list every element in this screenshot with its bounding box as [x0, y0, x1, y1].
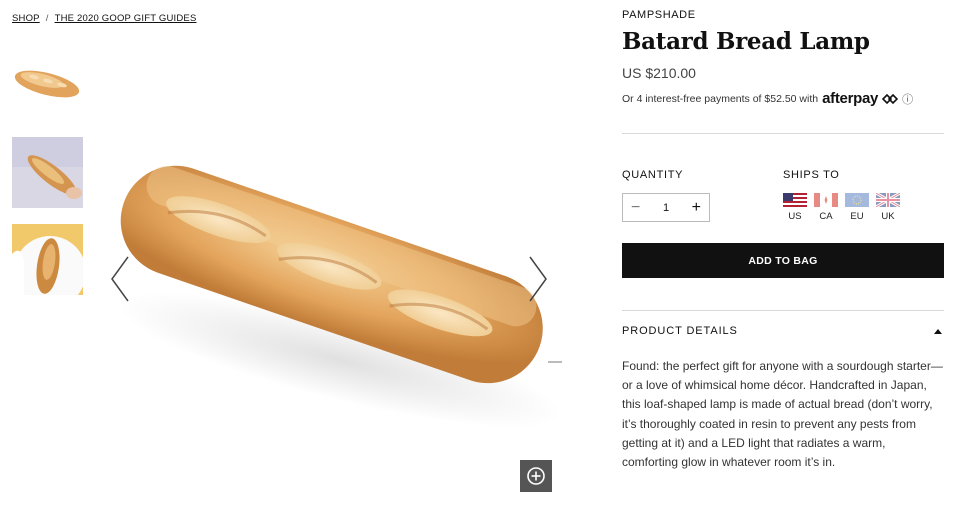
ca-flag-icon [814, 193, 838, 207]
afterpay-line: Or 4 interest-free payments of $52.50 wi… [622, 90, 913, 107]
breadcrumb: SHOP / THE 2020 GOOP GIFT GUIDES [12, 13, 197, 24]
ships-to-flags: US CA EU UK [783, 193, 900, 222]
flag-code-us: US [788, 211, 802, 222]
quantity-label: QUANTITY [622, 169, 684, 181]
ships-to-label: SHIPS TO [783, 169, 840, 181]
ships-to-eu[interactable]: EU [845, 193, 869, 222]
thumbnail-list [12, 50, 83, 311]
add-to-bag-button[interactable]: ADD TO BAG [622, 243, 944, 278]
quantity-value[interactable]: 1 [663, 202, 669, 214]
flag-code-ca: CA [819, 211, 833, 222]
breadcrumb-gift-guides-link[interactable]: THE 2020 GOOP GIFT GUIDES [55, 13, 197, 24]
thumbnail-bread-held[interactable] [12, 137, 83, 208]
quantity-plus-button[interactable]: + [692, 199, 701, 216]
main-product-image [100, 140, 570, 440]
afterpay-arrows-icon [882, 93, 899, 104]
thumbnail-bread-plate[interactable] [12, 224, 83, 295]
uk-flag-icon [876, 193, 900, 207]
quantity-stepper: − 1 + [622, 193, 710, 222]
thumbnail-bread-front[interactable] [12, 50, 83, 121]
divider [622, 133, 944, 134]
quantity-minus-button[interactable]: − [631, 199, 640, 216]
bread-lamp-image [116, 165, 564, 428]
ships-to-us[interactable]: US [783, 193, 807, 222]
info-icon[interactable]: ⓘ [902, 91, 913, 107]
afterpay-text: Or 4 interest-free payments of $52.50 wi… [622, 92, 819, 105]
afterpay-logo[interactable]: afterpay [822, 90, 878, 107]
product-details-label: PRODUCT DETAILS [622, 325, 738, 337]
divider [622, 310, 944, 311]
flag-code-uk: UK [881, 211, 895, 222]
zoom-button[interactable] [520, 460, 552, 492]
breadcrumb-separator: / [45, 13, 49, 24]
product-details-toggle[interactable]: PRODUCT DETAILS [622, 325, 944, 337]
chevron-right-icon[interactable] [528, 255, 550, 308]
caret-up-icon [934, 328, 942, 334]
product-title: Batard Bread Lamp [622, 28, 870, 55]
us-flag-icon [783, 193, 807, 207]
ships-to-ca[interactable]: CA [814, 193, 838, 222]
afterpay-logo-text: afterpay [822, 90, 879, 107]
breadcrumb-shop-link[interactable]: SHOP [12, 13, 40, 24]
ships-to-uk[interactable]: UK [876, 193, 900, 222]
brand-name[interactable]: PAMPSHADE [622, 9, 696, 21]
product-price: US $210.00 [622, 65, 696, 81]
eu-flag-icon [845, 193, 869, 207]
zoom-plus-icon [527, 467, 545, 485]
product-description: Found: the perfect gift for anyone with … [622, 359, 943, 470]
flag-code-eu: EU [850, 211, 864, 222]
chevron-left-icon[interactable] [108, 255, 130, 308]
